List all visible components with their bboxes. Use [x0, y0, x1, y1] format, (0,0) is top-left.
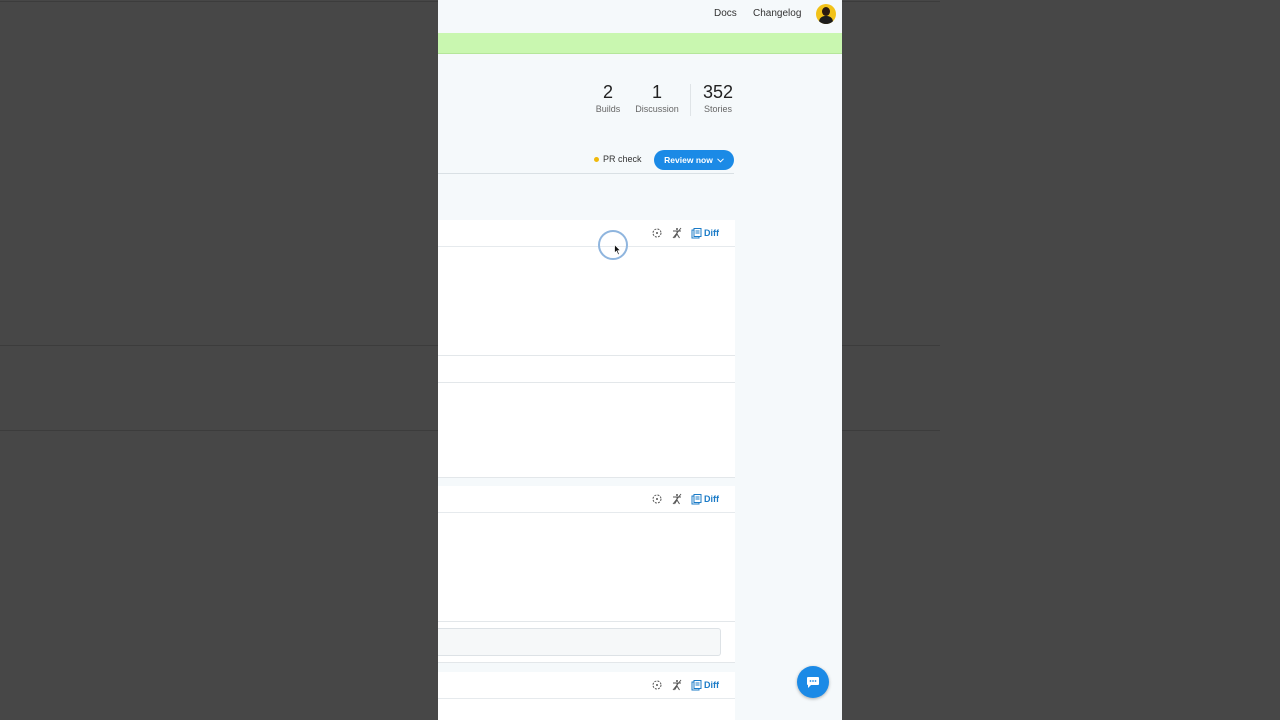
avatar-head [822, 7, 830, 16]
card-header: Diff [438, 220, 735, 247]
accessibility-icon[interactable] [671, 679, 683, 691]
avatar[interactable] [816, 4, 836, 24]
review-now-label: Review now [664, 155, 713, 165]
comment-input[interactable] [438, 628, 721, 656]
stat-stories-label: Stories [703, 104, 732, 114]
card-header: Diff [438, 672, 735, 699]
docs-link[interactable]: Docs [714, 8, 737, 19]
diff-icon [691, 227, 702, 238]
card-header: Diff [438, 486, 735, 513]
accessibility-icon[interactable] [671, 493, 683, 505]
click-indicator [598, 230, 628, 260]
stat-discussion[interactable]: 1 Discussion [632, 82, 682, 114]
toolbar-divider [438, 173, 734, 174]
app-window: Docs Changelog 2 Builds 1 Discussion 352… [438, 0, 842, 720]
diff-label: Diff [704, 494, 719, 504]
diff-icon [691, 493, 702, 504]
section-divider [438, 355, 735, 356]
background-divider [842, 345, 940, 346]
pr-status-dot-icon [594, 156, 599, 162]
accessibility-icon[interactable] [671, 227, 683, 239]
section-divider [438, 382, 735, 383]
target-icon[interactable] [651, 227, 663, 239]
diff-icon [691, 679, 702, 690]
pr-check-status[interactable]: PR check [594, 154, 642, 164]
diff-button[interactable]: Diff [691, 492, 719, 506]
target-icon[interactable] [651, 679, 663, 691]
diff-button[interactable]: Diff [691, 226, 719, 240]
mouse-cursor-icon [614, 244, 622, 256]
section-divider [438, 621, 735, 622]
stat-builds[interactable]: 2 Builds [590, 82, 626, 114]
top-navigation: Docs Changelog [438, 0, 842, 33]
changelog-link[interactable]: Changelog [753, 8, 801, 19]
background-divider [0, 430, 438, 431]
snapshot-card: Diff [438, 486, 735, 663]
background-divider [842, 1, 940, 2]
diff-label: Diff [704, 228, 719, 238]
diff-label: Diff [704, 680, 719, 690]
background-divider [0, 1, 438, 2]
snapshot-card: Diff [438, 220, 735, 478]
chat-button[interactable] [797, 666, 829, 698]
review-now-button[interactable]: Review now [654, 150, 734, 170]
stat-stories-value: 352 [702, 82, 734, 102]
stat-discussion-label: Discussion [635, 104, 679, 114]
target-icon[interactable] [651, 493, 663, 505]
snapshot-card: Diff [438, 672, 735, 720]
background-divider [0, 345, 438, 346]
chat-bubble-icon [807, 676, 819, 688]
pr-check-label: PR check [603, 154, 642, 164]
avatar-body [819, 16, 833, 24]
diff-button[interactable]: Diff [691, 678, 719, 692]
stat-discussion-value: 1 [651, 82, 662, 102]
status-banner [438, 33, 842, 54]
chevron-down-icon [716, 157, 724, 163]
stat-builds-value: 2 [602, 82, 613, 102]
stat-divider [690, 84, 691, 116]
stat-builds-label: Builds [595, 104, 621, 114]
stat-stories[interactable]: 352 Stories [698, 82, 738, 114]
background-divider [842, 430, 940, 431]
